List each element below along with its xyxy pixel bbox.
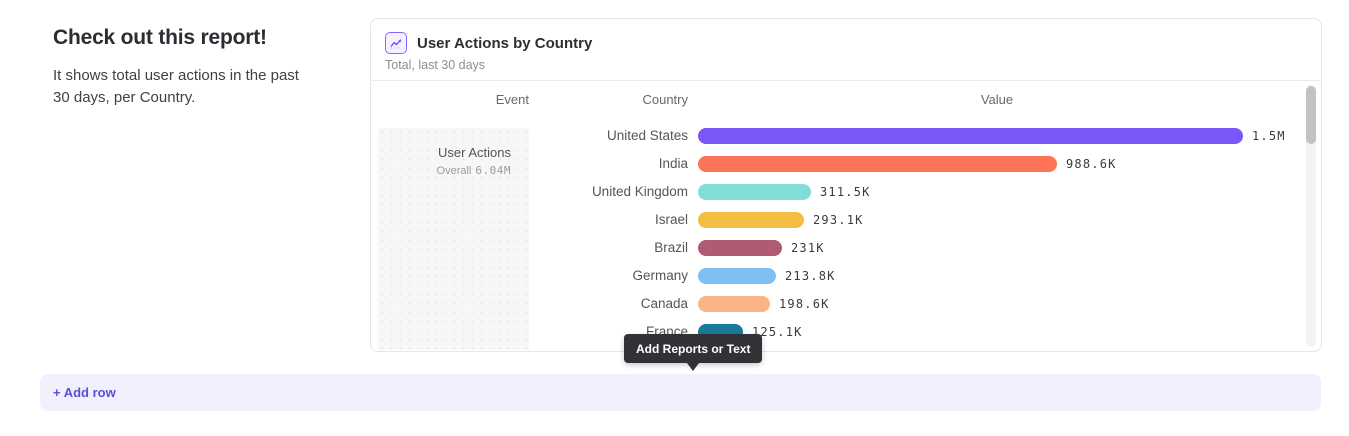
chart-row: Israel 293.1K <box>371 206 1301 234</box>
country-label: Germany <box>538 262 688 290</box>
add-row-button[interactable]: + Add row <box>40 374 1321 411</box>
value-bar[interactable] <box>698 268 776 284</box>
add-reports-tooltip: Add Reports or Text <box>624 334 762 363</box>
country-label: United States <box>538 122 688 150</box>
dashboard-canvas: Check out this report! It shows total us… <box>0 0 1349 436</box>
country-label: India <box>538 150 688 178</box>
line-chart-icon <box>385 32 407 54</box>
value-bar[interactable] <box>698 240 782 256</box>
country-label: Israel <box>538 206 688 234</box>
chart-row: Canada 198.6K <box>371 290 1301 318</box>
add-row-label: + Add row <box>53 385 116 400</box>
country-label: Brazil <box>538 234 688 262</box>
value-bar[interactable] <box>698 128 1243 144</box>
value-bar[interactable] <box>698 296 770 312</box>
chart-scrollbar-thumb[interactable] <box>1306 86 1316 144</box>
chart-row: France125.1K <box>371 318 1301 346</box>
value-label: 988.6K <box>1066 150 1117 178</box>
value-label: 293.1K <box>813 206 864 234</box>
chart-row: United States 1.5M <box>371 122 1301 150</box>
column-header-country: Country <box>588 92 688 107</box>
tooltip-label: Add Reports or Text <box>636 342 750 356</box>
intro-description: It shows total user actions in the past … <box>53 65 305 109</box>
column-header-value: Value <box>947 92 1047 107</box>
value-label: 231K <box>791 234 825 262</box>
chart-scrollbar[interactable] <box>1306 85 1316 347</box>
chart-row: India 988.6K <box>371 150 1301 178</box>
text-widget[interactable]: Check out this report! It shows total us… <box>53 26 305 109</box>
value-bar[interactable] <box>698 212 804 228</box>
country-label: United Kingdom <box>538 178 688 206</box>
value-bar[interactable] <box>698 156 1057 172</box>
report-card-header: User Actions by Country Total, last 30 d… <box>371 19 1321 81</box>
value-bar[interactable] <box>698 184 811 200</box>
bar-chart: Event Country Value User Actions Overall… <box>371 81 1321 351</box>
intro-title: Check out this report! <box>53 26 305 50</box>
chart-row: Brazil 231K <box>371 234 1301 262</box>
chart-row: Germany 213.8K <box>371 262 1301 290</box>
value-label: 198.6K <box>779 290 830 318</box>
value-label: 1.5M <box>1252 122 1286 150</box>
report-title: User Actions by Country <box>417 35 592 52</box>
report-card[interactable]: User Actions by Country Total, last 30 d… <box>370 18 1322 352</box>
value-label: 311.5K <box>820 178 871 206</box>
value-label: 213.8K <box>785 262 836 290</box>
report-subtitle: Total, last 30 days <box>385 58 1307 72</box>
chart-row: United Kingdom 311.5K <box>371 178 1301 206</box>
country-label: Canada <box>538 290 688 318</box>
column-header-event: Event <box>429 92 529 107</box>
